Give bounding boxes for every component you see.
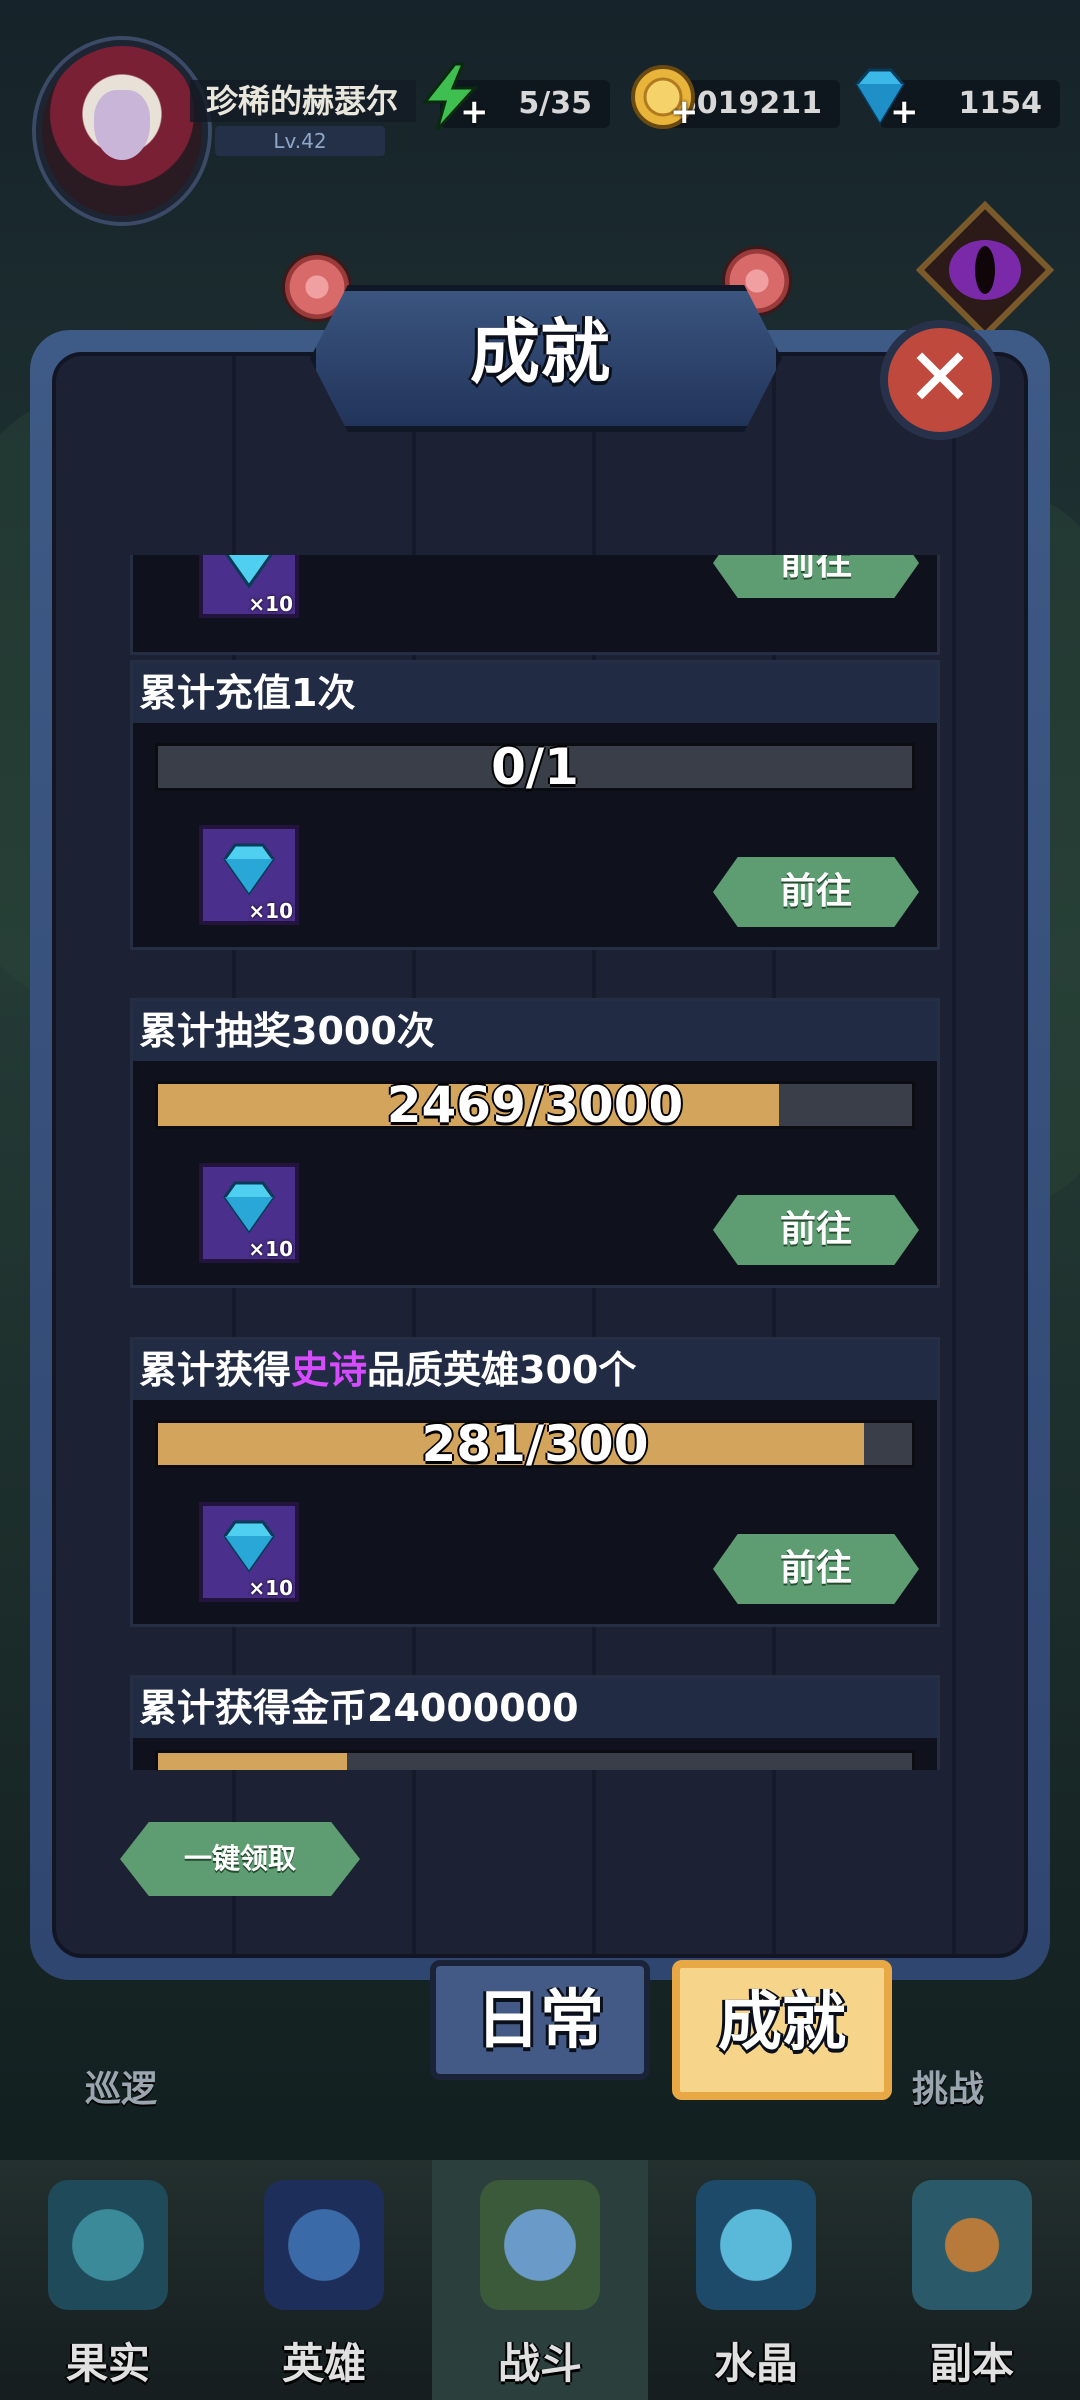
reward-quantity: ×10 [248, 1237, 293, 1261]
fruit-icon [48, 2180, 168, 2310]
achievement-title: 累计获得金币24000000 [133, 1678, 937, 1738]
achievement-title: 累计获得史诗品质英雄300个 [133, 1340, 937, 1400]
nav-hero[interactable]: 英雄 [216, 2160, 432, 2400]
achievement-title: 累计抽奖3000次 [133, 1001, 937, 1061]
close-icon: ✕ [906, 331, 974, 424]
add-gold-icon[interactable]: + [670, 92, 699, 132]
progress-text: 281/300 [421, 1415, 649, 1473]
reward-slot[interactable]: ×10 [199, 825, 299, 925]
close-button[interactable]: ✕ [880, 320, 1000, 440]
progress-text: 0/1 [491, 738, 579, 796]
title-part: 品质英雄300个 [367, 1348, 637, 1392]
achievement-list[interactable]: ×10 前往 累计充值1次 0/1 ×10 前往 累计抽奖3000次 2469/… [130, 555, 940, 1770]
nav-label: 水晶 [713, 2339, 798, 2388]
list-item: 累计充值1次 0/1 ×10 前往 [130, 660, 940, 950]
tab-achievement[interactable]: 成就 [672, 1960, 892, 2100]
dungeon-icon [912, 2180, 1032, 2310]
player-name: 珍稀的赫瑟尔 [190, 80, 416, 122]
battle-icon [480, 2180, 600, 2310]
nav-label: 果实 [65, 2339, 150, 2388]
list-item: 累计获得金币24000000 [130, 1675, 940, 1770]
top-bar: 珍稀的赫瑟尔 Lv.42 5/35 + 6019211 + 1154 + [0, 0, 1080, 222]
hero-icon [264, 2180, 384, 2310]
progress-bar: 2469/3000 [155, 1076, 915, 1134]
reward-quantity: ×10 [248, 1576, 293, 1600]
progress-fill [158, 1753, 347, 1770]
nav-battle[interactable]: 战斗 [432, 2160, 648, 2400]
add-energy-icon[interactable]: + [460, 92, 489, 132]
claim-all-button[interactable]: 一键领取 [120, 1822, 360, 1896]
go-button[interactable]: 前往 [713, 857, 919, 927]
nav-label: 副本 [929, 2339, 1014, 2388]
nav-crystal[interactable]: 水晶 [648, 2160, 864, 2400]
progress-bar: 281/300 [155, 1415, 915, 1473]
add-gems-icon[interactable]: + [890, 92, 919, 132]
reward-slot[interactable]: ×10 [199, 1502, 299, 1602]
nav-fruit[interactable]: 果实 [0, 2160, 216, 2400]
progress-bar [155, 1750, 915, 1770]
player-level: Lv.42 [215, 126, 385, 156]
reward-quantity: ×10 [248, 592, 293, 616]
nav-label: 英雄 [281, 2339, 366, 2388]
player-avatar[interactable] [36, 40, 208, 222]
progress-text: 2469/3000 [386, 1076, 684, 1134]
challenge-label[interactable]: 挑战 [912, 2060, 984, 2112]
gem-icon [223, 843, 275, 896]
go-button[interactable]: 前往 [713, 1195, 919, 1265]
patrol-label[interactable]: 巡逻 [85, 2060, 157, 2112]
gem-icon [225, 555, 273, 589]
list-item: 累计抽奖3000次 2469/3000 ×10 前往 [130, 998, 940, 1288]
title-part: 累计获得 [139, 1348, 292, 1392]
list-item: ×10 前往 [130, 555, 940, 655]
bottom-nav: 果实 英雄 战斗 水晶 副本 [0, 2160, 1080, 2400]
nav-dungeon[interactable]: 副本 [864, 2160, 1080, 2400]
reward-slot[interactable]: ×10 [199, 555, 299, 618]
go-button[interactable]: 前往 [713, 1534, 919, 1604]
tab-daily[interactable]: 日常 [430, 1960, 650, 2080]
go-button[interactable]: 前往 [713, 555, 919, 598]
panel-title: 成就 [470, 311, 610, 393]
progress-bar: 0/1 [155, 738, 915, 796]
gem-icon [223, 1520, 275, 1573]
reward-quantity: ×10 [248, 899, 293, 923]
reward-slot[interactable]: ×10 [199, 1163, 299, 1263]
eye-menu-icon[interactable] [910, 200, 1060, 340]
nav-label: 战斗 [497, 2339, 582, 2388]
crystal-icon [696, 2180, 816, 2310]
list-item: 累计获得史诗品质英雄300个 281/300 ×10 前往 [130, 1337, 940, 1627]
epic-quality-label: 史诗 [291, 1348, 368, 1392]
achievement-title: 累计充值1次 [133, 663, 937, 723]
gem-icon [223, 1181, 275, 1234]
